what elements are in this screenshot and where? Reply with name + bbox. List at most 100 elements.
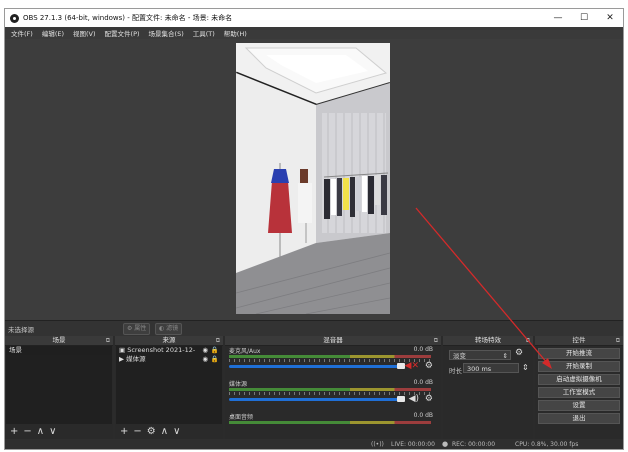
transition-select[interactable]: 淡变 ⇕ [449,350,511,360]
filters-label: 滤镜 [166,325,179,332]
properties-button[interactable]: ⚙ 属性 [123,323,151,335]
transitions-header: 转场特效 ⧉ [443,336,533,346]
sources-list[interactable]: ▣ Screenshot 2021-12- ◉ 🔒 ▶ 媒体源 ◉ 🔒 [116,346,222,424]
volume-knob[interactable] [397,396,405,402]
menu-scene-collection[interactable]: 场景集合(S) [149,28,184,38]
speaker-icon[interactable]: ◀) [409,394,419,404]
undock-icon[interactable]: ⧉ [616,336,620,345]
source-name: 媒体源 [126,355,146,363]
gear-icon[interactable]: ⚙ [425,361,433,371]
duration-input[interactable]: 300 ms [463,363,519,373]
filters-button[interactable]: ◐ 滤镜 [155,323,183,335]
muted-speaker-icon[interactable]: ◀✕ [405,361,419,371]
level-meter [229,388,431,391]
mixer-channel-media: 媒体源 0.0 dB ◀) ⚙ [225,379,441,412]
scenes-header: 场景 ⧉ [5,336,113,346]
scenes-footer: + − ∧ ∨ [5,425,113,439]
monitor-icon: ▣ [119,346,126,354]
undock-icon[interactable]: ⧉ [434,336,438,345]
scenes-dock: 场景 ⧉ 场景 + − ∧ ∨ [5,336,113,439]
menu-help[interactable]: 帮助(H) [224,28,247,38]
settings-button[interactable]: 设置 [538,400,620,411]
down-icon[interactable]: ∨ [49,425,56,439]
duration-value: 300 ms [467,365,492,373]
undock-icon[interactable]: ⧉ [106,336,110,345]
exit-button[interactable]: 退出 [538,413,620,424]
add-icon[interactable]: + [10,425,18,439]
up-icon[interactable]: ∧ [37,425,44,439]
record-icon: ● [442,440,449,448]
channel-db: 0.0 dB [413,412,433,419]
scenes-list[interactable]: 场景 [6,346,112,424]
gear-icon[interactable]: ⚙ [515,348,523,358]
sources-dock: 来源 ⧉ ▣ Screenshot 2021-12- ◉ 🔒 ▶ 媒体源 ◉ 🔒 … [115,336,223,439]
list-item[interactable]: ▣ Screenshot 2021-12- ◉ 🔒 [116,346,222,355]
play-icon: ▶ [119,355,124,363]
sources-title: 来源 [162,336,176,344]
source-toolbar: 未选择源 ⚙ 属性 ◐ 滤镜 [5,320,623,336]
spin-icon[interactable]: ⇕ [522,363,529,372]
properties-label: 属性 [134,325,147,332]
mixer-header: 混音器 ⧉ [225,336,441,346]
sources-header: 来源 ⧉ [115,336,223,346]
remove-icon[interactable]: − [23,425,31,439]
meter-scale [229,392,431,395]
menu-tools[interactable]: 工具(T) [193,28,215,38]
meter-scale [229,359,431,362]
live-timer: LIVE: 00:00:00 [391,441,435,448]
menu-file[interactable]: 文件(F) [11,28,33,38]
transition-selected: 淡变 [453,352,466,360]
list-item[interactable]: ▶ 媒体源 ◉ 🔒 [116,355,222,364]
remove-icon[interactable]: − [133,425,141,439]
close-button[interactable]: ✕ [597,9,623,27]
source-name: Screenshot 2021-12- [127,346,196,354]
status-bar: ((•)) LIVE: 00:00:00 ● REC: 00:00:00 CPU… [5,439,623,449]
undock-icon[interactable]: ⧉ [216,336,220,345]
volume-slider[interactable] [229,398,403,401]
gear-icon[interactable]: ⚙ [425,394,433,404]
scenes-title: 场景 [52,336,66,344]
live-icon: ((•)) [371,441,384,448]
channel-db: 0.0 dB [413,346,433,353]
obs-window: OBS 27.1.3 (64-bit, windows) - 配置文件: 未命名… [4,8,624,450]
no-source-selected-label: 未选择源 [8,326,34,334]
level-meter [229,355,431,358]
start-recording-button[interactable]: 开始录制 [538,361,620,372]
duration-label: 时长 [449,367,462,375]
lock-icon[interactable]: 🔒 [211,346,219,355]
channel-name: 媒体源 [229,381,248,388]
channel-db: 0.0 dB [413,379,433,386]
window-title: OBS 27.1.3 (64-bit, windows) - 配置文件: 未命名… [23,14,233,22]
list-item[interactable]: 场景 [6,346,112,355]
transitions-dock: 转场特效 ⧉ 淡变 ⇕ ⚙ 时长 300 ms ⇕ [443,336,533,439]
chevron-updown-icon: ⇕ [502,352,508,360]
mixer-channel-mic: 麦克风/Aux 0.0 dB ◀✕ ⚙ [225,346,441,379]
channel-name: 麦克风/Aux [229,348,261,355]
undock-icon[interactable]: ⧉ [526,336,530,345]
gear-icon[interactable]: ⚙ [147,425,156,439]
start-virtual-camera-button[interactable]: 启动虚拟摄像机 [538,374,620,385]
start-streaming-button[interactable]: 开始推流 [538,348,620,359]
minimize-button[interactable]: — [545,9,571,27]
obs-logo-icon [10,13,19,23]
lock-icon[interactable]: 🔒 [211,355,219,364]
menu-view[interactable]: 视图(V) [73,28,96,38]
add-icon[interactable]: + [120,425,128,439]
volume-slider[interactable] [229,365,403,368]
studio-mode-button[interactable]: 工作室模式 [538,387,620,398]
mixer-title: 混音器 [323,336,343,344]
menu-edit[interactable]: 编辑(E) [42,28,64,38]
down-icon[interactable]: ∨ [173,425,180,439]
menu-profile[interactable]: 配置文件(P) [105,28,140,38]
eye-icon[interactable]: ◉ [202,355,208,364]
controls-title: 控件 [572,336,586,344]
up-icon[interactable]: ∧ [161,425,168,439]
sources-footer: + − ⚙ ∧ ∨ [115,425,223,439]
preview-canvas[interactable] [236,43,390,314]
cpu-fps: CPU: 0.8%, 30.00 fps [515,441,579,448]
eye-icon[interactable]: ◉ [202,346,208,355]
mixer-dock: 混音器 ⧉ 麦克风/Aux 0.0 dB ◀✕ ⚙ 媒体源 0.0 dB ◀) [225,336,441,439]
preview-area[interactable] [5,39,623,320]
maximize-button[interactable]: ☐ [571,9,597,27]
controls-header: 控件 ⧉ [535,336,623,346]
